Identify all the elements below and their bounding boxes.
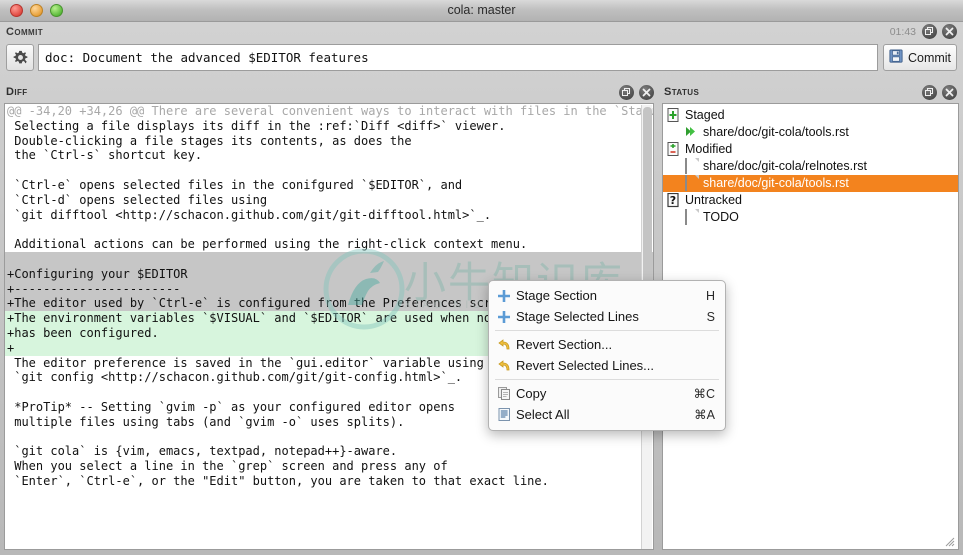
status-file-row[interactable]: share/doc/git-cola/tools.rst [663, 175, 958, 192]
status-file-label: share/doc/git-cola/relnotes.rst [703, 159, 867, 173]
diff-line[interactable]: Selecting a file displays its diff in th… [5, 119, 653, 134]
close-icon[interactable] [942, 24, 957, 39]
menu-item-label: Stage Selected Lines [516, 309, 639, 324]
diff-line[interactable] [5, 430, 653, 445]
status-file-label: TODO [703, 210, 739, 224]
undock-icon[interactable] [922, 24, 937, 39]
menu-separator [495, 330, 719, 331]
status-tree-body[interactable]: Staged share/doc/git-cola/tools.rst Modifi… [663, 104, 958, 226]
status-group-label: Staged [685, 108, 725, 122]
commit-toolbar: doc: Document the advanced $EDITOR featu… [6, 44, 957, 72]
copy-icon [498, 387, 516, 400]
diff-line[interactable] [5, 163, 653, 178]
menu-item-revert-section[interactable]: Revert Section... [489, 334, 725, 355]
diff-line[interactable]: `Ctrl-e` opens selected files in the con… [5, 178, 653, 193]
menu-item-label: Copy [516, 386, 547, 401]
menu-item-copy[interactable]: Copy ⌘C [489, 383, 725, 404]
status-file-row[interactable]: share/doc/git-cola/relnotes.rst [663, 158, 958, 175]
blue-plus-icon [498, 310, 516, 323]
undock-icon[interactable] [922, 85, 937, 100]
clock-label: 01:43 [889, 26, 916, 38]
commit-button[interactable]: Commit [883, 44, 957, 71]
diff-line[interactable] [5, 251, 653, 267]
app-window: cola: master Commit 01:43 doc: Document … [0, 0, 963, 555]
menu-item-label: Stage Section [516, 288, 597, 303]
status-group-staged[interactable]: Staged [663, 107, 958, 124]
diff-line[interactable]: Additional actions can be performed usin… [5, 237, 653, 252]
menu-item-stage-section[interactable]: Stage Section H [489, 285, 725, 306]
modified-file-icon [667, 142, 680, 157]
diff-dock-title: Diff [6, 86, 28, 98]
diff-line[interactable]: @@ -34,20 +34,26 @@ There are several co… [5, 104, 653, 119]
menu-item-shortcut: S [706, 309, 715, 324]
status-file-label: share/doc/git-cola/tools.rst [703, 125, 849, 139]
select-all-icon [498, 408, 516, 421]
resize-grip[interactable] [943, 534, 955, 547]
diff-line[interactable]: `Ctrl-d` opens selected files using [5, 193, 653, 208]
undo-arrow-icon [498, 359, 516, 372]
status-group-untracked[interactable]: ? Untracked [663, 192, 958, 209]
save-floppy-icon [889, 49, 903, 66]
menu-item-label: Select All [516, 407, 570, 422]
diff-line[interactable]: the `Ctrl-s` shortcut key. [5, 148, 653, 163]
file-icon-tan [685, 175, 698, 191]
status-group-modified[interactable]: Modified [663, 141, 958, 158]
gear-icon[interactable] [6, 44, 34, 71]
status-dock-title: Status [664, 86, 700, 98]
blue-plus-icon [498, 289, 516, 302]
diff-line[interactable]: Double-clicking a file stages its conten… [5, 134, 653, 149]
commit-dock-buttons [922, 24, 957, 39]
diff-line[interactable]: `Enter`, `Ctrl-e`, or the "Edit" button,… [5, 474, 653, 489]
menu-item-stage-selected-lines[interactable]: Stage Selected Lines S [489, 306, 725, 327]
menu-item-label: Revert Selected Lines... [516, 358, 655, 373]
menu-item-select-all[interactable]: Select All ⌘A [489, 404, 725, 425]
status-dock-buttons [922, 85, 957, 100]
window-title: cola: master [447, 3, 516, 17]
staged-add-file-icon [667, 108, 680, 123]
menu-item-label: Revert Section... [516, 337, 613, 352]
undo-arrow-icon [498, 338, 516, 351]
staged-arrows-icon [685, 125, 698, 140]
undock-icon[interactable] [619, 85, 634, 100]
status-file-label: share/doc/git-cola/tools.rst [703, 176, 849, 190]
status-file-row[interactable]: TODO [663, 209, 958, 226]
file-icon [685, 158, 698, 174]
commit-dock-title: Commit [6, 26, 44, 38]
status-group-label: Untracked [685, 193, 742, 207]
diff-context-menu[interactable]: Stage Section H Stage Selected Lines S Rever… [488, 280, 726, 431]
close-icon[interactable] [639, 85, 654, 100]
svg-text:?: ? [670, 194, 676, 207]
file-icon [685, 209, 698, 225]
diff-line[interactable] [5, 222, 653, 237]
diff-line[interactable]: `git cola` is {vim, emacs, textpad, note… [5, 444, 653, 459]
menu-item-shortcut: H [705, 288, 715, 303]
menu-item-shortcut: ⌘C [693, 387, 715, 401]
status-file-row[interactable]: share/doc/git-cola/tools.rst [663, 124, 958, 141]
status-group-label: Modified [685, 142, 733, 156]
commit-button-label: Commit [907, 50, 952, 65]
menu-item-shortcut: ⌘A [694, 408, 715, 422]
title-bar: cola: master [0, 0, 963, 22]
commit-message-input[interactable]: doc: Document the advanced $EDITOR featu… [38, 44, 878, 71]
diff-dock-buttons [619, 85, 654, 100]
diff-line[interactable]: `git difftool <http://schacon.github.com… [5, 208, 653, 223]
question-file-icon: ? [667, 192, 680, 208]
menu-separator [495, 379, 719, 380]
diff-line[interactable]: When you select a line in the `grep` scr… [5, 459, 653, 474]
menu-item-revert-selected-lines[interactable]: Revert Selected Lines... [489, 355, 725, 376]
close-icon[interactable] [942, 85, 957, 100]
